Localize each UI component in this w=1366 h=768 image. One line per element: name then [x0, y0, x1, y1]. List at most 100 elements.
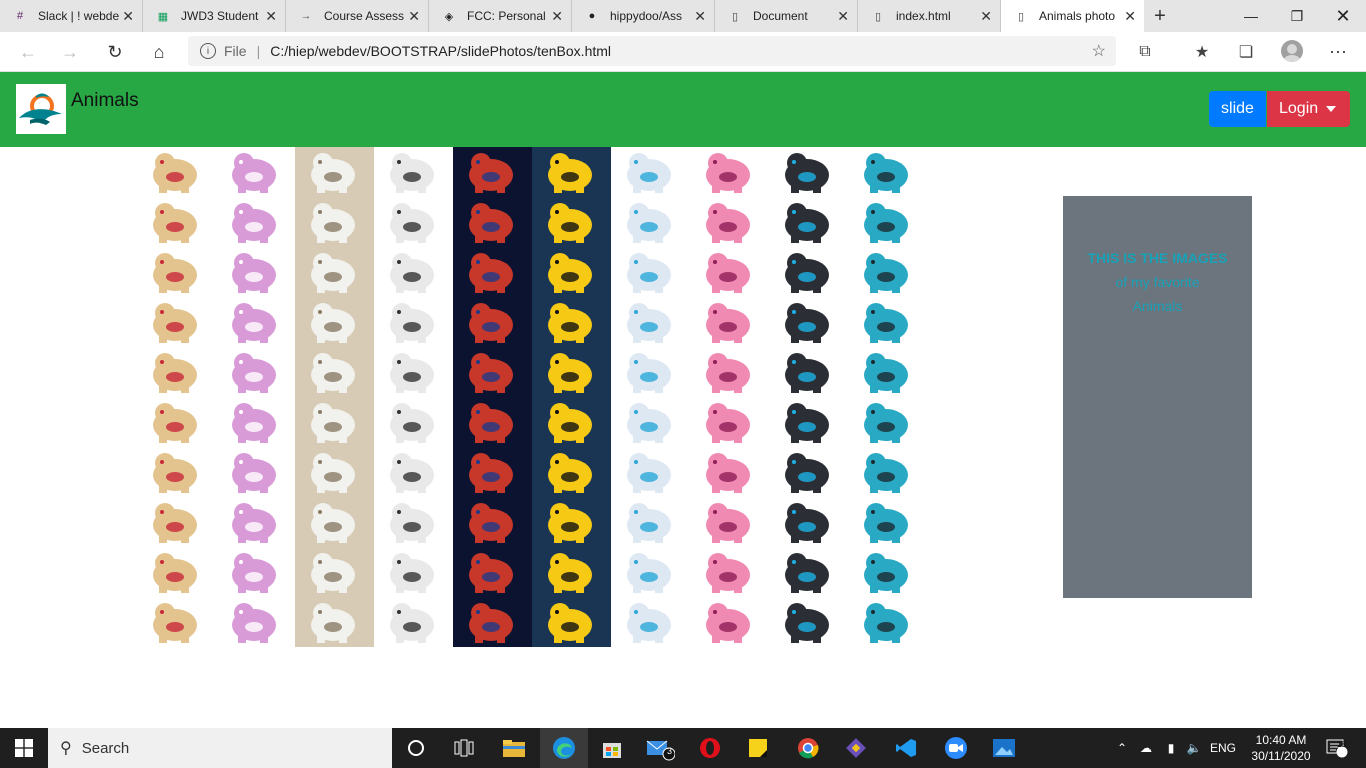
pink-unicorn-cat-toy-photo[interactable]	[216, 447, 295, 497]
cyan-robot-dog-photo[interactable]	[848, 247, 927, 297]
white-robot-dog-photo[interactable]	[374, 547, 453, 597]
marscat-robot-cat-photo[interactable]	[295, 547, 374, 597]
browser-tab[interactable]: ● hippydoo/Ass ✕	[572, 0, 715, 32]
spot-yellow-robot-photo[interactable]	[532, 497, 611, 547]
vscode-icon[interactable]	[882, 728, 930, 768]
restore-icon[interactable]: ❐	[1274, 0, 1320, 32]
marscat-robot-cat-photo[interactable]	[295, 197, 374, 247]
close-tab-icon[interactable]: ✕	[1124, 8, 1136, 25]
blue-robot-cat-photo[interactable]	[611, 397, 690, 447]
minimize-icon[interactable]: —	[1228, 0, 1274, 32]
red-robot-dog-stage-photo[interactable]	[453, 597, 532, 647]
red-robot-dog-stage-photo[interactable]	[453, 147, 532, 197]
white-robot-dog-photo[interactable]	[374, 297, 453, 347]
golden-puppy-toy-photo[interactable]	[137, 197, 216, 247]
marscat-robot-cat-photo[interactable]	[295, 347, 374, 397]
cyan-robot-dog-photo[interactable]	[848, 597, 927, 647]
red-robot-dog-stage-photo[interactable]	[453, 197, 532, 247]
red-robot-dog-stage-photo[interactable]	[453, 247, 532, 297]
marscat-robot-cat-photo[interactable]	[295, 497, 374, 547]
profile-avatar[interactable]	[1281, 40, 1303, 62]
black-robot-puppy-photo[interactable]	[769, 597, 848, 647]
pink-unicorn-cat-toy-photo[interactable]	[216, 597, 295, 647]
cyan-robot-dog-photo[interactable]	[848, 397, 927, 447]
cyan-robot-dog-photo[interactable]	[848, 297, 927, 347]
system-clock[interactable]: 10:40 AM 30/11/2020	[1245, 732, 1317, 764]
blue-robot-cat-photo[interactable]	[611, 347, 690, 397]
battery-icon[interactable]: ▮	[1160, 728, 1182, 768]
start-button[interactable]	[0, 728, 48, 768]
browser-tab[interactable]: ◈ FCC: Personal ✕	[429, 0, 572, 32]
volume-icon[interactable]: 🔈	[1183, 728, 1205, 768]
back-icon[interactable]: ←	[12, 36, 44, 68]
pink-robot-cat-photo[interactable]	[690, 547, 769, 597]
pink-robot-cat-photo[interactable]	[690, 347, 769, 397]
golden-puppy-toy-photo[interactable]	[137, 347, 216, 397]
golden-puppy-toy-photo[interactable]	[137, 147, 216, 197]
file-explorer-icon[interactable]	[490, 728, 538, 768]
pink-unicorn-cat-toy-photo[interactable]	[216, 397, 295, 447]
black-robot-puppy-photo[interactable]	[769, 347, 848, 397]
language-indicator[interactable]: ENG	[1207, 728, 1239, 768]
white-robot-dog-photo[interactable]	[374, 597, 453, 647]
spot-yellow-robot-photo[interactable]	[532, 347, 611, 397]
white-robot-dog-photo[interactable]	[374, 347, 453, 397]
favorites-list-icon[interactable]: ★	[1186, 36, 1218, 68]
pink-unicorn-cat-toy-photo[interactable]	[216, 547, 295, 597]
golden-puppy-toy-photo[interactable]	[137, 597, 216, 647]
collections-icon[interactable]: ⧉	[1129, 36, 1161, 68]
marscat-robot-cat-photo[interactable]	[295, 147, 374, 197]
tab-manager-icon[interactable]: ❏	[1230, 36, 1262, 68]
blue-robot-cat-photo[interactable]	[611, 147, 690, 197]
spot-yellow-robot-photo[interactable]	[532, 247, 611, 297]
spot-yellow-robot-photo[interactable]	[532, 197, 611, 247]
golden-puppy-toy-photo[interactable]	[137, 447, 216, 497]
blue-robot-cat-photo[interactable]	[611, 597, 690, 647]
black-robot-puppy-photo[interactable]	[769, 497, 848, 547]
cyan-robot-dog-photo[interactable]	[848, 497, 927, 547]
cyan-robot-dog-photo[interactable]	[848, 147, 927, 197]
cyan-robot-dog-photo[interactable]	[848, 197, 927, 247]
address-input[interactable]: i File | C:/hiep/webdev/BOOTSTRAP/slideP…	[188, 36, 1116, 66]
opera-icon[interactable]	[686, 728, 734, 768]
golden-puppy-toy-photo[interactable]	[137, 247, 216, 297]
chevron-up-icon[interactable]: ⌃	[1113, 728, 1131, 768]
pink-robot-cat-photo[interactable]	[690, 247, 769, 297]
red-robot-dog-stage-photo[interactable]	[453, 497, 532, 547]
spot-yellow-robot-photo[interactable]	[532, 447, 611, 497]
spot-yellow-robot-photo[interactable]	[532, 597, 611, 647]
close-tab-icon[interactable]: ✕	[837, 8, 849, 25]
browser-tab[interactable]: → Course Assess ✕	[286, 0, 429, 32]
edge-taskbar-icon[interactable]	[540, 728, 588, 768]
pink-robot-cat-photo[interactable]	[690, 597, 769, 647]
spot-yellow-robot-photo[interactable]	[532, 297, 611, 347]
black-robot-puppy-photo[interactable]	[769, 447, 848, 497]
cortana-icon[interactable]	[392, 728, 440, 768]
white-robot-dog-photo[interactable]	[374, 147, 453, 197]
cyan-robot-dog-photo[interactable]	[848, 347, 927, 397]
task-view-icon[interactable]	[440, 728, 488, 768]
pink-unicorn-cat-toy-photo[interactable]	[216, 147, 295, 197]
spot-yellow-robot-photo[interactable]	[532, 147, 611, 197]
refresh-icon[interactable]: ↻	[99, 36, 131, 68]
favorite-star-icon[interactable]: ☆	[1092, 41, 1106, 61]
cyan-robot-dog-photo[interactable]	[848, 547, 927, 597]
chrome-icon[interactable]	[784, 728, 832, 768]
black-robot-puppy-photo[interactable]	[769, 397, 848, 447]
site-info-icon[interactable]: i	[200, 43, 216, 59]
marscat-robot-cat-photo[interactable]	[295, 447, 374, 497]
onedrive-cloud-icon[interactable]: ☁	[1136, 728, 1156, 768]
zoom-icon[interactable]	[932, 728, 980, 768]
forward-icon[interactable]: →	[54, 36, 86, 68]
spot-yellow-robot-photo[interactable]	[532, 547, 611, 597]
red-robot-dog-stage-photo[interactable]	[453, 547, 532, 597]
spot-yellow-robot-photo[interactable]	[532, 397, 611, 447]
black-robot-puppy-photo[interactable]	[769, 147, 848, 197]
pink-robot-cat-photo[interactable]	[690, 197, 769, 247]
white-robot-dog-photo[interactable]	[374, 247, 453, 297]
browser-tab[interactable]: ▯ index.html ✕	[858, 0, 1001, 32]
blue-robot-cat-photo[interactable]	[611, 197, 690, 247]
golden-puppy-toy-photo[interactable]	[137, 397, 216, 447]
black-robot-puppy-photo[interactable]	[769, 247, 848, 297]
browser-tab[interactable]: ▦ JWD3 Student ✕	[143, 0, 286, 32]
